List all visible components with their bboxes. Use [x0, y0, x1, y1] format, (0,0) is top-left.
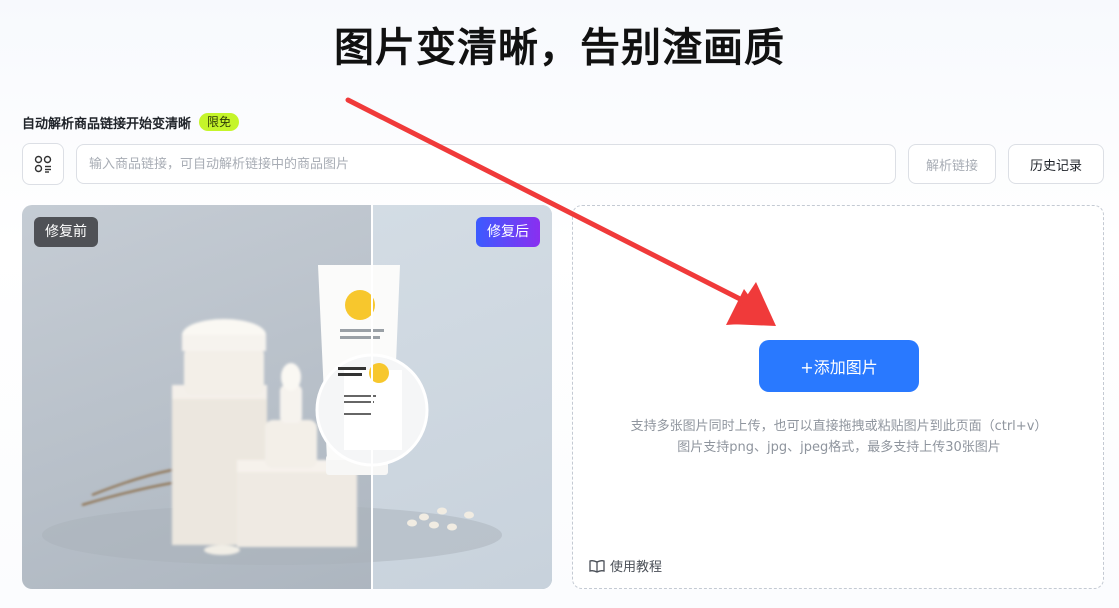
upload-hint-2: 图片支持png、jpg、jpeg格式，最多支持上传30张图片: [677, 440, 1001, 455]
parse-link-button[interactable]: 解析链接: [908, 144, 996, 184]
tutorial-label: 使用教程: [610, 560, 663, 575]
product-link-input[interactable]: [76, 144, 896, 184]
before-after-demo: 修复前 修复后: [22, 205, 552, 589]
free-badge: 限免: [199, 113, 240, 131]
scan-button[interactable]: [22, 143, 64, 185]
upload-dropzone[interactable]: +添加图片 支持多张图片同时上传，也可以直接拖拽或粘贴图片到此页面（ctrl+v…: [572, 205, 1104, 589]
scan-icon: [34, 155, 52, 173]
before-label: 修复前: [34, 217, 98, 247]
book-icon: [589, 559, 605, 573]
upload-hint-1: 支持多张图片同时上传，也可以直接拖拽或粘贴图片到此页面（ctrl+v）: [630, 419, 1048, 434]
tutorial-link[interactable]: 使用教程: [589, 556, 662, 575]
history-button[interactable]: 历史记录: [1008, 144, 1104, 184]
product-photo: [42, 205, 502, 589]
link-section-header: 自动解析商品链接开始变清晰 限免: [22, 111, 240, 133]
add-image-button[interactable]: +添加图片: [759, 340, 919, 392]
page-title: 图片变清晰，告别渣画质: [334, 25, 785, 71]
after-label: 修复后: [476, 217, 540, 247]
link-section-subtitle: 自动解析商品链接开始变清晰: [22, 116, 192, 132]
